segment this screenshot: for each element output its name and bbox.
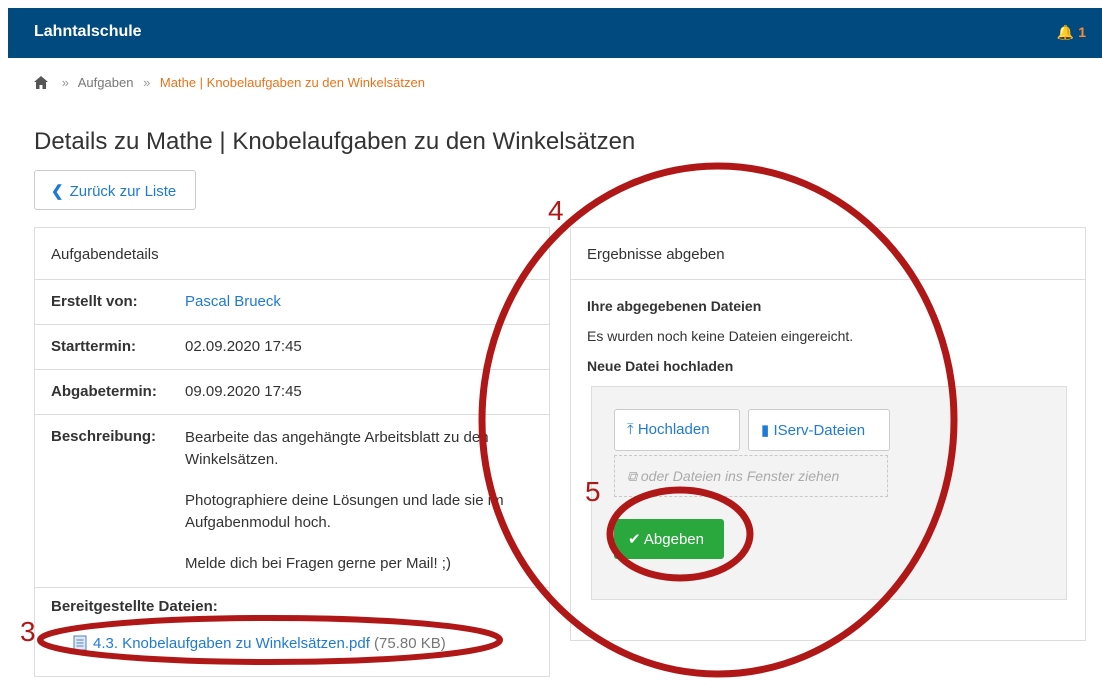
panel-heading: Aufgabendetails [35,228,549,280]
chevron-left-icon: ❮ [51,183,64,200]
breadcrumb: » Aufgaben » Mathe | Knobelaufgaben zu d… [34,75,425,92]
check-icon: ✔ [628,531,641,548]
due-row: Abgabetermin: 09.09.2020 17:45 [35,370,549,415]
submit-button[interactable]: ✔ Abgeben [614,519,724,559]
file-item: 4.3. Knobelaufgaben zu Winkelsätzen.pdf … [51,635,533,655]
new-upload-heading: Neue Datei hochladen [587,358,734,374]
submit-results-panel: Ergebnisse abgeben Ihre abgegebenen Date… [570,227,1086,641]
description-paragraph: Photographiere deine Lösungen und lade s… [185,492,504,531]
start-row: Starttermin: 02.09.2020 17:45 [35,325,549,370]
file-size: (75.80 KB) [374,635,446,652]
file-icon: ▮ [761,422,770,439]
notifications[interactable]: 🔔 1 [1057,24,1086,41]
home-icon[interactable] [34,76,48,92]
description-paragraph: Bearbeite das angehängte Arbeitsblatt zu… [185,429,489,468]
iserv-files-button[interactable]: ▮ IServ-Dateien [748,409,890,451]
created-by-row: Erstellt von: Pascal Brueck [35,280,549,325]
submitted-files-heading: Ihre abgegebenen Dateien [587,298,762,314]
upload-area: ⤒ Hochladen ▮ IServ-Dateien ⧉ oder Datei… [591,386,1067,600]
pdf-file-icon [73,635,87,655]
drop-zone[interactable]: ⧉ oder Dateien ins Fenster ziehen [614,455,888,497]
back-to-list-button[interactable]: ❮ Zurück zur Liste [34,170,196,210]
app-title[interactable]: Lahntalschule [34,23,142,41]
notification-count: 1 [1078,24,1086,40]
bell-icon: 🔔 [1056,24,1075,40]
annotation-number-4: 4 [548,195,564,226]
breadcrumb-current[interactable]: Mathe | Knobelaufgaben zu den Winkelsätz… [160,75,425,90]
annotation-number-3: 3 [20,616,36,647]
panel-heading: Ergebnisse abgeben [571,228,1085,280]
file-link[interactable]: 4.3. Knobelaufgaben zu Winkelsätzen.pdf [93,635,370,652]
upload-button[interactable]: ⤒ Hochladen [614,409,740,451]
no-files-text: Es wurden noch keine Dateien eingereicht… [587,328,854,344]
copy-icon: ⧉ [627,468,637,484]
page-title: Details zu Mathe | Knobelaufgaben zu den… [34,128,636,155]
description-paragraph: Melde dich bei Fragen gerne per Mail! ;) [185,555,451,572]
breadcrumb-aufgaben[interactable]: Aufgaben [78,75,134,90]
description-row: Beschreibung: Bearbeite das angehängte A… [35,415,549,588]
upload-circle-icon: ⤒ [627,421,634,438]
annotation-number-5: 5 [585,476,601,507]
provided-files: Bereitgestellte Dateien: 4.3. Knobelaufg… [35,588,549,665]
author-link[interactable]: Pascal Brueck [185,293,281,310]
task-details-panel: Aufgabendetails Erstellt von: Pascal Bru… [34,227,550,677]
top-navbar: Lahntalschule 🔔 1 [8,8,1102,58]
